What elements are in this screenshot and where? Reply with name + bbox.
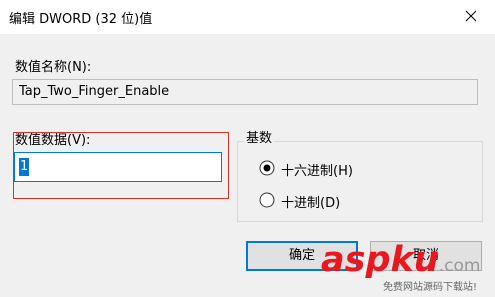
close-button[interactable] xyxy=(452,2,490,30)
watermark-logo: aspku.com 免费网站源码下载站! xyxy=(321,240,495,297)
value-name-label: 数值名称(N): xyxy=(15,60,92,75)
base-label: 基数 xyxy=(244,127,275,146)
watermark-logo-tld: .com xyxy=(438,256,481,276)
highlight-annotation xyxy=(13,132,229,199)
value-name-text: Tap_Two_Finger_Enable xyxy=(19,84,170,99)
radio-dec-label[interactable]: 十进制(D) xyxy=(281,192,340,211)
radio-dec[interactable] xyxy=(259,192,275,208)
value-name-field: Tap_Two_Finger_Enable xyxy=(12,79,478,105)
window-title: 编辑 DWORD (32 位)值 xyxy=(9,12,153,27)
watermark-tagline: 免费网站源码下载站! xyxy=(383,282,478,293)
watermark-logo-name: aspku xyxy=(321,240,439,280)
radio-hex-label[interactable]: 十六进制(H) xyxy=(281,160,353,179)
title-bar: 编辑 DWORD (32 位)值 xyxy=(0,0,495,34)
close-icon xyxy=(465,10,477,22)
radio-hex[interactable] xyxy=(259,160,275,176)
base-groupbox xyxy=(237,141,483,222)
